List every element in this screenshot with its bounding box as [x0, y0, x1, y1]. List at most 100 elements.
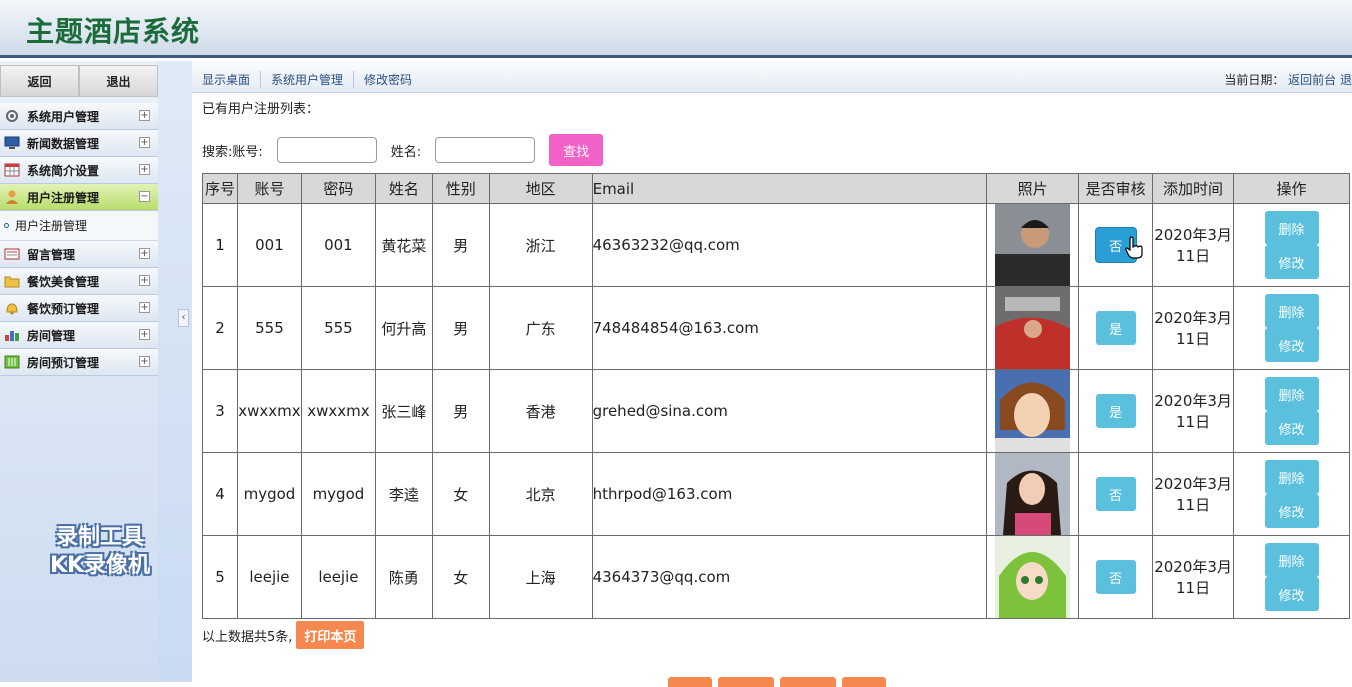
- delete-button[interactable]: 删除: [1264, 211, 1319, 245]
- cell-time: 2020年3月11日: [1152, 369, 1235, 453]
- cell-region: 浙江: [488, 203, 593, 287]
- cell-email: 748484854@163.com: [591, 286, 988, 370]
- sidebar-item-food-booking[interactable]: 餐饮预订管理 +: [0, 295, 158, 322]
- cell-photo: [986, 369, 1080, 453]
- sidebar-item-intro[interactable]: 系统简介设置 +: [0, 157, 158, 184]
- sidebar-subitem-user-register[interactable]: 用户注册管理: [0, 211, 158, 241]
- cell-account: xwxxmx: [236, 369, 302, 453]
- cell-audit: 是: [1078, 369, 1154, 453]
- sidebar: 返回 退出 系统用户管理 + 新闻数据管理 + 系统简介设置 + 用户注册管理 …: [0, 61, 192, 682]
- delete-button[interactable]: 删除: [1264, 460, 1319, 494]
- sidebar-item-messages[interactable]: 留言管理 +: [0, 241, 158, 268]
- pager-button[interactable]: [842, 677, 886, 687]
- expand-icon[interactable]: +: [139, 164, 150, 175]
- edit-button[interactable]: 修改: [1264, 494, 1319, 528]
- user-photo: [995, 370, 1071, 452]
- col-photo: 照片: [986, 173, 1080, 204]
- table-header-row: 序号 账号 密码 姓名 性别 地区 Email 照片 是否审核 添加时间 操作: [202, 173, 1350, 204]
- sidebar-item-system-users[interactable]: 系统用户管理 +: [0, 103, 158, 130]
- cell-account: mygod: [236, 452, 302, 536]
- print-page-button[interactable]: 打印本页: [296, 621, 365, 649]
- cell-account: 001: [236, 203, 302, 287]
- watermark-line: 录制工具: [55, 525, 144, 550]
- nav-link-system-users[interactable]: 系统用户管理: [261, 71, 355, 88]
- cell-photo: [986, 203, 1080, 287]
- cell-password: mygod: [300, 452, 376, 536]
- edit-button[interactable]: 修改: [1264, 328, 1319, 362]
- audit-toggle-button[interactable]: 否: [1095, 560, 1136, 594]
- sidebar-item-label: 系统用户管理: [27, 109, 100, 124]
- app-title: 主题酒店系统: [26, 15, 201, 48]
- expand-icon[interactable]: +: [139, 302, 150, 313]
- sidebar-item-food[interactable]: 餐饮美食管理 +: [0, 268, 158, 295]
- expand-icon[interactable]: +: [139, 329, 150, 340]
- cell-account: leejie: [236, 535, 302, 619]
- edit-button[interactable]: 修改: [1264, 411, 1319, 445]
- sidebar-item-label: 餐饮美食管理: [27, 274, 100, 289]
- table-row: 5 leejie leejie 陈勇 女 上海 4364373@qq.com 否…: [202, 535, 1350, 619]
- sidebar-item-label: 留言管理: [27, 247, 76, 262]
- cell-region: 上海: [488, 535, 593, 619]
- sidebar-item-news[interactable]: 新闻数据管理 +: [0, 130, 158, 157]
- message-icon: [3, 246, 21, 262]
- table-row: 4 mygod mygod 李逵 女 北京 hthrpod@163.com 否 …: [202, 452, 1350, 536]
- edit-button[interactable]: 修改: [1264, 577, 1319, 611]
- sidebar-item-user-register[interactable]: 用户注册管理 −: [0, 184, 158, 211]
- col-actions: 操作: [1233, 173, 1350, 204]
- folder-icon: [3, 273, 21, 289]
- search-name-label: 姓名:: [390, 144, 422, 160]
- expand-icon[interactable]: +: [139, 275, 150, 286]
- cell-email: grehed@sina.com: [591, 369, 988, 453]
- sidebar-collapse-toggle[interactable]: ‹: [178, 309, 189, 327]
- cell-no: 1: [202, 203, 238, 287]
- search-bar: 搜索:账号: 姓名: 查找: [202, 134, 604, 166]
- collapse-icon[interactable]: −: [139, 191, 150, 202]
- delete-button[interactable]: 删除: [1264, 377, 1319, 411]
- sidebar-item-room-booking[interactable]: 房间预订管理 +: [0, 349, 158, 376]
- delete-button[interactable]: 删除: [1264, 294, 1319, 328]
- col-gender: 性别: [431, 173, 490, 204]
- table-row: 3 xwxxmx xwxxmx 张三峰 男 香港 grehed@sina.com…: [202, 369, 1350, 453]
- audit-toggle-button[interactable]: 否: [1095, 477, 1136, 511]
- hand-cursor-icon: [1125, 236, 1143, 259]
- logout-button[interactable]: 退出: [79, 65, 158, 97]
- account-search-input[interactable]: [276, 137, 377, 163]
- cell-password: 555: [300, 286, 376, 370]
- sidebar-subitem-label: 用户注册管理: [15, 219, 88, 233]
- sidebar-item-rooms[interactable]: 房间管理 +: [0, 322, 158, 349]
- table-row: 1 001 001 黄花菜 男 浙江 46363232@qq.com 否 202…: [202, 203, 1350, 287]
- pager-button[interactable]: [668, 677, 712, 687]
- sidebar-item-label: 房间预订管理: [27, 355, 100, 370]
- cell-photo: [986, 286, 1080, 370]
- audit-toggle-button[interactable]: 是: [1095, 394, 1136, 428]
- cell-gender: 女: [431, 452, 490, 536]
- back-button[interactable]: 返回: [0, 65, 79, 97]
- chart-icon: [3, 354, 21, 370]
- return-frontend-link[interactable]: 返回前台 退: [1288, 73, 1352, 87]
- audit-toggle-button[interactable]: 是: [1095, 311, 1136, 345]
- pagination: [668, 677, 886, 687]
- pager-button[interactable]: [718, 677, 774, 687]
- cell-actions: 删除修改: [1233, 286, 1350, 370]
- cell-actions: 删除修改: [1233, 535, 1350, 619]
- expand-icon[interactable]: +: [139, 248, 150, 259]
- cell-gender: 男: [431, 369, 490, 453]
- expand-icon[interactable]: +: [139, 137, 150, 148]
- table-footer: 以上数据共5条, 打印本页: [202, 621, 365, 649]
- cell-password: 001: [300, 203, 376, 287]
- cell-name: 张三峰: [374, 369, 433, 453]
- cell-no: 3: [202, 369, 238, 453]
- edit-button[interactable]: 修改: [1264, 245, 1319, 279]
- col-region: 地区: [488, 173, 593, 204]
- nav-link-desktop[interactable]: 显示桌面: [202, 71, 262, 88]
- pager-button[interactable]: [780, 677, 836, 687]
- find-button[interactable]: 查找: [549, 134, 604, 166]
- expand-icon[interactable]: +: [139, 110, 150, 121]
- cell-actions: 删除修改: [1233, 203, 1350, 287]
- expand-icon[interactable]: +: [139, 356, 150, 367]
- name-search-input[interactable]: [435, 137, 536, 163]
- nav-link-change-password[interactable]: 修改密码: [354, 71, 422, 88]
- col-name: 姓名: [374, 173, 433, 204]
- delete-button[interactable]: 删除: [1264, 543, 1319, 577]
- cell-email: 4364373@qq.com: [591, 535, 988, 619]
